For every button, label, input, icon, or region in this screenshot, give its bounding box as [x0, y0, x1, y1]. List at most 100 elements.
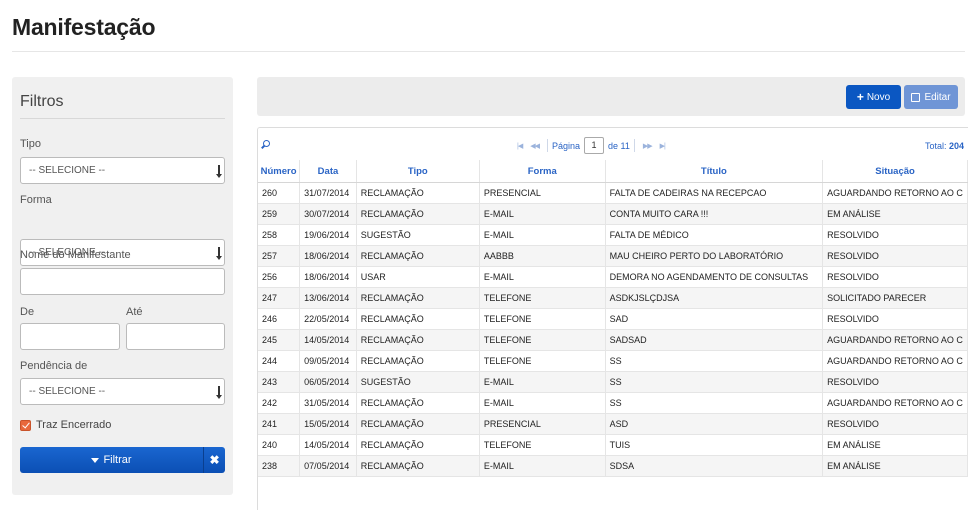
cell-forma: PRESENCIAL — [479, 182, 606, 204]
cell-situacao: EM ANÁLISE — [822, 434, 968, 456]
table-row[interactable]: 245 14/05/2014 RECLAMAÇÃO TELEFONE SADSAD AGU… — [258, 329, 968, 351]
de-input[interactable] — [20, 323, 120, 350]
cell-numero: 256 — [258, 266, 301, 288]
table-row[interactable]: 238 07/05/2014 RECLAMAÇÃO E-MAIL SDSA EM ANÁL… — [258, 455, 968, 477]
cell-situacao: EM ANÁLISE — [822, 455, 968, 477]
column-header-titulo[interactable]: Título — [605, 160, 824, 183]
table-row[interactable]: 260 31/07/2014 RECLAMAÇÃO PRESENCIAL FALTA D… — [258, 182, 968, 204]
cell-numero: 247 — [258, 287, 301, 309]
cell-titulo: SAD — [605, 308, 824, 330]
page-input[interactable]: 1 — [584, 137, 605, 154]
close-icon: ✖ — [209, 453, 220, 467]
filters-title: Filtros — [20, 93, 64, 110]
pager-separator — [546, 139, 548, 152]
cell-titulo: FALTA DE CADEIRAS NA RECEPCAO — [605, 182, 824, 204]
cell-tipo: SUGESTÃO — [356, 371, 480, 393]
cell-situacao: RESOLVIDO — [822, 308, 968, 330]
cell-data: 30/07/2014 — [299, 203, 357, 225]
table-row[interactable]: 242 31/05/2014 RECLAMAÇÃO E-MAIL SS AGUARDAND… — [258, 392, 968, 414]
clear-filters-button[interactable]: ✖ — [203, 447, 225, 473]
plus-icon: + — [856, 90, 864, 104]
pager-separator — [633, 139, 635, 152]
cell-tipo: RECLAMAÇÃO — [356, 455, 480, 477]
ate-label: Até — [126, 306, 143, 318]
column-header-situacao[interactable]: Situação — [822, 160, 968, 183]
cell-tipo: RECLAMAÇÃO — [356, 392, 480, 414]
column-header-data[interactable]: Data — [299, 160, 357, 183]
cell-data: 13/06/2014 — [299, 287, 357, 309]
cell-numero: 242 — [258, 392, 301, 414]
cell-forma: PRESENCIAL — [479, 413, 606, 435]
cell-situacao: RESOLVIDO — [822, 413, 968, 435]
cell-numero: 259 — [258, 203, 301, 225]
cell-data: 31/05/2014 — [299, 392, 357, 414]
cell-forma: TELEFONE — [479, 434, 606, 456]
search-icon[interactable] — [263, 140, 270, 147]
column-header-forma[interactable]: Forma — [479, 160, 606, 183]
ate-input[interactable] — [126, 323, 225, 350]
cell-numero: 258 — [258, 224, 301, 246]
cell-titulo: ASDKJSLÇDJSA — [605, 287, 824, 309]
tipo-label: Tipo — [20, 138, 41, 150]
page-label: Página — [551, 140, 581, 151]
cell-numero: 243 — [258, 371, 301, 393]
total-label: Total: — [924, 141, 947, 151]
next-page-icon[interactable]: ▶▶ — [643, 142, 653, 150]
nome-input[interactable] — [20, 268, 225, 295]
cell-forma: TELEFONE — [479, 350, 606, 372]
tipo-select-value: -- SELECIONE -- — [29, 165, 106, 176]
de-label: De — [20, 306, 35, 318]
table-header-row: Número Data Tipo Forma Título Situação — [258, 160, 968, 183]
results-table: Número Data Tipo Forma Título Situação 2… — [258, 160, 968, 477]
cell-data: 18/06/2014 — [299, 266, 357, 288]
cell-forma: E-MAIL — [479, 455, 606, 477]
prev-page-icon[interactable]: ◀◀ — [530, 142, 540, 150]
cell-tipo: RECLAMAÇÃO — [356, 350, 480, 372]
table-row[interactable]: 246 22/05/2014 RECLAMAÇÃO TELEFONE SAD RESOLV… — [258, 308, 968, 330]
cell-titulo: TUIS — [605, 434, 824, 456]
table-row[interactable]: 256 18/06/2014 USAR E-MAIL DEMORA NO AGENDAM… — [258, 266, 968, 288]
pendencia-label: Pendência de — [20, 360, 88, 372]
cell-tipo: RECLAMAÇÃO — [356, 203, 480, 225]
table-row[interactable]: 259 30/07/2014 RECLAMAÇÃO E-MAIL CONTA MUITO… — [258, 203, 968, 225]
filter-button[interactable]: Filtrar — [20, 447, 203, 473]
cell-tipo: RECLAMAÇÃO — [356, 413, 480, 435]
new-button[interactable]: + Novo — [846, 85, 901, 109]
chevron-down-icon — [215, 247, 222, 260]
cell-numero: 257 — [258, 245, 301, 267]
cell-forma: E-MAIL — [479, 371, 606, 393]
total-count: Total: 204 — [925, 141, 964, 151]
table-row[interactable]: 241 15/05/2014 RECLAMAÇÃO PRESENCIAL ASD RESO… — [258, 413, 968, 435]
column-header-numero[interactable]: Número — [258, 160, 301, 183]
table-row[interactable]: 247 13/06/2014 RECLAMAÇÃO TELEFONE ASDKJSLÇD… — [258, 287, 968, 309]
cell-situacao: RESOLVIDO — [822, 224, 968, 246]
column-header-tipo[interactable]: Tipo — [356, 160, 480, 183]
first-page-icon[interactable]: |◀ — [517, 142, 523, 150]
table-row[interactable]: 240 14/05/2014 RECLAMAÇÃO TELEFONE TUIS EM AN… — [258, 434, 968, 456]
cell-forma: E-MAIL — [479, 266, 606, 288]
last-page-icon[interactable]: ▶| — [660, 142, 666, 150]
traz-encerrado-checkbox[interactable] — [20, 419, 31, 431]
table-row[interactable]: 258 19/06/2014 SUGESTÃO E-MAIL FALTA DE MÉDI… — [258, 224, 968, 246]
cell-data: 06/05/2014 — [299, 371, 357, 393]
toolbar: + Novo Editar — [257, 77, 965, 116]
cell-situacao: AGUARDANDO RETORNO AO C — [822, 329, 968, 351]
table-row[interactable]: 257 18/06/2014 RECLAMAÇÃO AABBB MAU CHEIRO P… — [258, 245, 968, 267]
cell-data: 31/07/2014 — [299, 182, 357, 204]
cell-data: 22/05/2014 — [299, 308, 357, 330]
tipo-select[interactable]: -- SELECIONE -- — [20, 157, 225, 184]
edit-button[interactable]: Editar — [904, 85, 958, 109]
traz-encerrado-option[interactable]: Traz Encerrado — [20, 419, 111, 431]
table-row[interactable]: 243 06/05/2014 SUGESTÃO E-MAIL SS RESOLVIDO — [258, 371, 968, 393]
cell-tipo: RECLAMAÇÃO — [356, 329, 480, 351]
chevron-down-icon — [215, 386, 222, 399]
cell-tipo: RECLAMAÇÃO — [356, 287, 480, 309]
cell-forma: TELEFONE — [479, 308, 606, 330]
cell-numero: 245 — [258, 329, 301, 351]
table-row[interactable]: 244 09/05/2014 RECLAMAÇÃO TELEFONE SS AGUARDA… — [258, 350, 968, 372]
cell-situacao: RESOLVIDO — [822, 371, 968, 393]
cell-titulo: CONTA MUITO CARA !!! — [605, 203, 824, 225]
pendencia-select[interactable]: -- SELECIONE -- — [20, 378, 225, 405]
cell-situacao: EM ANÁLISE — [822, 203, 968, 225]
cell-data: 19/06/2014 — [299, 224, 357, 246]
